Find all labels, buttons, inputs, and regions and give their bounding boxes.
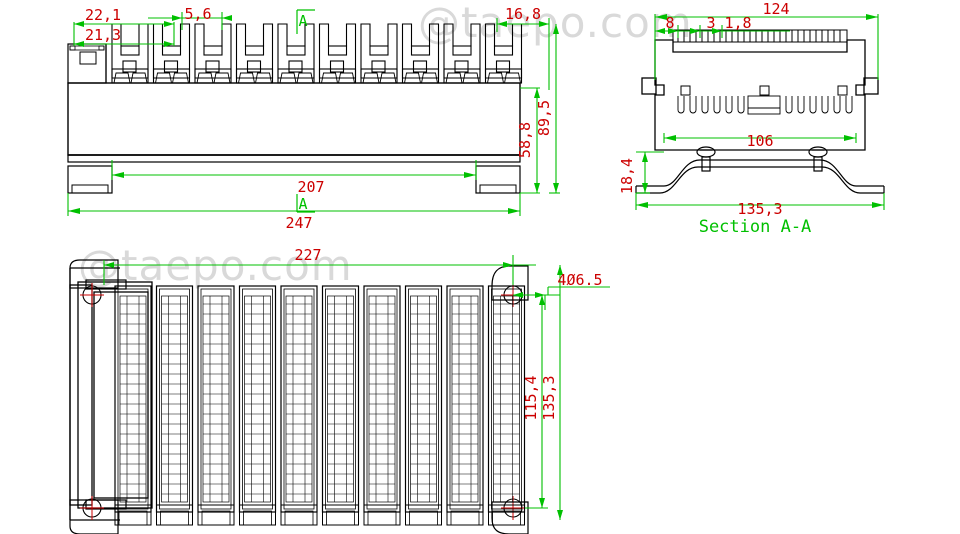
front-module-skirt-row — [111, 68, 523, 84]
dim-21-3: 21,3 — [85, 26, 121, 44]
section-marker-a-top: A — [298, 12, 307, 30]
section-mounting-bracket — [635, 146, 885, 194]
dim-247: 247 — [285, 214, 312, 232]
dim-89-5: 89,5 — [535, 100, 553, 136]
dim-135-3-plan: 135,3 — [540, 375, 558, 420]
dim-135-3: 135,3 — [737, 200, 782, 218]
section-label: Section A-A — [699, 217, 812, 237]
dim-207: 207 — [297, 178, 324, 196]
dim-18-4: 18,4 — [618, 158, 636, 194]
section-tab-row — [677, 95, 853, 115]
dim-1-8: 1,8 — [724, 14, 751, 32]
front-module-row — [111, 23, 523, 79]
dim-227: 227 — [294, 246, 321, 264]
section-comb-teeth — [672, 29, 848, 43]
plan-module-column — [114, 285, 152, 526]
dim-4-d6-5: 4Ø6.5 — [557, 271, 602, 289]
section-marker-a-bottom: A — [298, 195, 307, 213]
dim-22-1: 22,1 — [85, 6, 121, 24]
cad-drawing-svg: Section A-A 22,1 21,3 5,6 16,8 207 247 5… — [67, 0, 885, 534]
plan-dim-arrows — [104, 262, 563, 520]
plan-module-row — [114, 285, 526, 526]
front-foot-right — [475, 165, 521, 194]
section-square-row — [680, 85, 848, 96]
plan-mounting-holes — [80, 283, 525, 520]
dim-8: 8 — [665, 14, 674, 32]
dim-124: 124 — [762, 0, 789, 18]
dim-16-8: 16,8 — [505, 5, 541, 23]
dim-106: 106 — [746, 132, 773, 150]
dimension-text-layer: 22,1 21,3 5,6 16,8 207 247 58,8 89,5 124… — [85, 0, 790, 421]
drawing-canvas: @taepo.com @taepo.com Section A-A 22,1 2… — [0, 0, 960, 534]
dim-58-8: 58,8 — [516, 122, 534, 158]
front-left-endcap — [67, 43, 107, 84]
hole-top-left — [80, 283, 104, 307]
front-foot-left — [67, 165, 113, 194]
dim-5-6: 5,6 — [184, 5, 211, 23]
dim-115-4: 115,4 — [522, 375, 540, 420]
dim-3: 3 — [706, 14, 715, 32]
